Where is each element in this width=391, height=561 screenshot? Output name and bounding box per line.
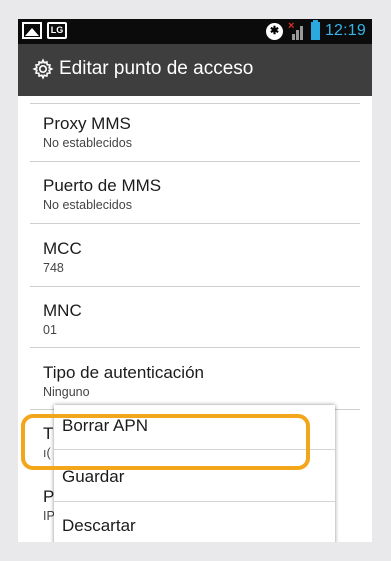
setting-title: Tipo de autenticación bbox=[43, 363, 204, 382]
gear-icon bbox=[32, 58, 54, 80]
menu-item-label: Guardar bbox=[62, 467, 125, 486]
setting-value: No establecidos bbox=[43, 198, 132, 212]
setting-value: Ninguno bbox=[43, 385, 90, 399]
setting-mcc[interactable]: MCC 748 bbox=[43, 239, 82, 275]
menu-item-save[interactable]: Guardar bbox=[54, 456, 335, 500]
picture-icon bbox=[22, 22, 42, 39]
menu-divider bbox=[54, 449, 335, 450]
setting-partial-1[interactable]: T ı( bbox=[43, 424, 53, 460]
menu-item-delete-apn[interactable]: Borrar APN bbox=[54, 405, 335, 449]
menu-item-discard[interactable]: Descartar bbox=[54, 505, 335, 542]
setting-proxy-mms[interactable]: Proxy MMS No establecidos bbox=[43, 114, 132, 150]
setting-value: ı( bbox=[43, 446, 51, 460]
divider bbox=[30, 223, 360, 224]
divider bbox=[30, 347, 360, 348]
menu-item-label: Descartar bbox=[62, 516, 136, 535]
bluetooth-icon: ✱ bbox=[265, 22, 283, 40]
setting-mms-port[interactable]: Puerto de MMS No establecidos bbox=[43, 176, 161, 212]
clock: 12:19 bbox=[324, 22, 366, 39]
setting-title: MNC bbox=[43, 301, 82, 320]
setting-value: 01 bbox=[43, 323, 57, 337]
setting-value: No establecidos bbox=[43, 136, 132, 150]
status-bar: LG ✱ × 12:19 bbox=[18, 19, 372, 44]
divider bbox=[30, 103, 360, 104]
phone-screen: LG ✱ × 12:19 Editar punto de acceso Prox bbox=[18, 19, 372, 542]
setting-title: Puerto de MMS bbox=[43, 176, 162, 195]
divider bbox=[30, 161, 360, 162]
page-title: Editar punto de acceso bbox=[59, 58, 254, 79]
battery-icon bbox=[310, 20, 320, 40]
signal-icon: × bbox=[287, 19, 306, 40]
setting-value: 748 bbox=[43, 261, 64, 275]
no-signal-mark: × bbox=[287, 19, 295, 32]
setting-title: Proxy MMS bbox=[43, 114, 131, 133]
setting-title: MCC bbox=[43, 239, 82, 258]
setting-mnc[interactable]: MNC 01 bbox=[43, 301, 82, 337]
menu-divider bbox=[54, 501, 335, 502]
setting-title: T bbox=[43, 424, 54, 443]
setting-auth-type[interactable]: Tipo de autenticación Ninguno bbox=[43, 363, 204, 399]
menu-item-label: Borrar APN bbox=[62, 416, 148, 435]
options-menu: Borrar APN Guardar Descartar bbox=[54, 405, 335, 542]
lg-icon: LG bbox=[47, 22, 67, 39]
divider bbox=[30, 286, 360, 287]
title-bar: Editar punto de acceso bbox=[18, 44, 372, 96]
